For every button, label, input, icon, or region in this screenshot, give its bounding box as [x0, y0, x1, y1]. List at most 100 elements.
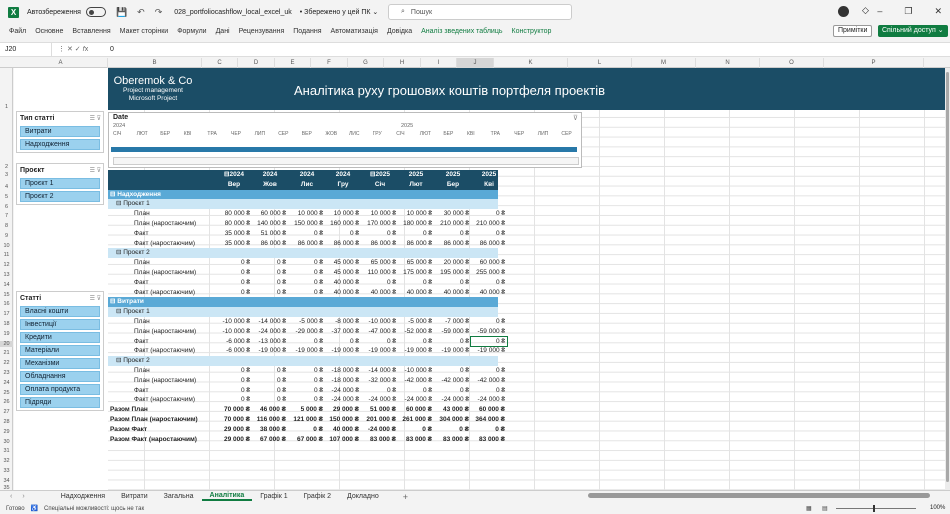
pivot-year-cell[interactable]: ⊟2024	[216, 170, 252, 180]
pivot-cell[interactable]: -37 000 ₴	[325, 327, 361, 337]
pivot-cell[interactable]: 0 ₴	[252, 366, 288, 376]
row-header[interactable]: 10	[0, 243, 13, 249]
pivot-cell[interactable]: 201 000 ₴	[362, 415, 398, 425]
row-header[interactable]: 24	[0, 380, 13, 386]
timeline-month[interactable]: КВІ	[467, 131, 475, 137]
premium-diamond-icon[interactable]: ◇	[862, 5, 869, 16]
pivot-row-label[interactable]: План	[134, 366, 150, 376]
pivot-year-cell[interactable]: 2024	[289, 170, 325, 180]
timeline-month[interactable]: ЛИС	[349, 131, 360, 137]
pivot-cell[interactable]: 0 ₴	[289, 229, 325, 239]
timeline-month[interactable]: СЕР	[561, 131, 571, 137]
pivot-cell[interactable]: -29 000 ₴	[289, 327, 325, 337]
pivot-row-label[interactable]: План (наростаючим)	[134, 327, 196, 337]
pivot-cell[interactable]: 0 ₴	[252, 258, 288, 268]
row-header[interactable]: 8	[0, 223, 13, 229]
pivot-cell[interactable]: 0 ₴	[435, 425, 471, 435]
pivot-cell[interactable]: 175 000 ₴	[398, 268, 434, 278]
pivot-cell[interactable]: 121 000 ₴	[289, 415, 325, 425]
multi-select-icon[interactable]: ☰ ⊽	[90, 167, 101, 174]
tab-file[interactable]: Файл	[9, 28, 26, 35]
pivot-cell[interactable]: -24 000 ₴	[362, 425, 398, 435]
pivot-month-cell[interactable]: Лис	[289, 180, 325, 190]
pivot-row-label[interactable]: План	[134, 258, 150, 268]
pivot-cell[interactable]: 210 000 ₴	[435, 219, 471, 229]
pivot-cell[interactable]: 0 ₴	[252, 278, 288, 288]
pivot-cell[interactable]: 0 ₴	[398, 229, 434, 239]
pivot-cell[interactable]: 60 000 ₴	[471, 405, 507, 415]
tab-help[interactable]: Довідка	[387, 28, 412, 35]
redo-icon[interactable]: ↷	[155, 7, 163, 18]
timeline-month[interactable]: СЕР	[278, 131, 288, 137]
row-header[interactable]: 16	[0, 301, 13, 307]
row-header[interactable]: 13	[0, 272, 13, 278]
pivot-cell[interactable]: 0 ₴	[471, 229, 507, 239]
pivot-row-label[interactable]: Факт (наростаючим)	[134, 288, 195, 298]
pivot-cell[interactable]: 0 ₴	[289, 278, 325, 288]
pivot-cell[interactable]: -24 000 ₴	[435, 395, 471, 405]
add-sheet-icon[interactable]: +	[403, 492, 408, 502]
pivot-cell[interactable]: 20 000 ₴	[435, 258, 471, 268]
pivot-row-label[interactable]: ⊟ Проєкт 1	[116, 307, 150, 317]
tab-home[interactable]: Основне	[35, 28, 63, 35]
pivot-cell[interactable]: 0 ₴	[216, 258, 252, 268]
pivot-cell[interactable]: 45 000 ₴	[325, 258, 361, 268]
column-header[interactable]: A	[14, 58, 108, 68]
slicer-item[interactable]: Витрати	[20, 126, 100, 137]
formula-input[interactable]: 0	[102, 46, 114, 53]
pivot-cell[interactable]: 0 ₴	[216, 278, 252, 288]
sheet-tab[interactable]: Графік 2	[296, 493, 339, 500]
column-header[interactable]: G	[348, 58, 384, 68]
row-header[interactable]: 14	[0, 282, 13, 288]
pivot-cell[interactable]: 40 000 ₴	[398, 288, 434, 298]
zoom-level[interactable]: 100%	[930, 505, 945, 511]
pivot-cell[interactable]: -42 000 ₴	[471, 376, 507, 386]
pivot-cell[interactable]: -19 000 ₴	[362, 346, 398, 356]
pivot-cell[interactable]: 86 000 ₴	[435, 239, 471, 249]
pivot-cell[interactable]: 86 000 ₴	[325, 239, 361, 249]
pivot-cell[interactable]: 83 000 ₴	[471, 435, 507, 445]
pivot-row-label[interactable]: Факт	[134, 278, 148, 288]
pivot-cell[interactable]: -47 000 ₴	[362, 327, 398, 337]
pivot-cell[interactable]: -24 000 ₴	[398, 395, 434, 405]
pivot-row-label[interactable]: План (наростаючим)	[134, 219, 196, 229]
pivot-cell[interactable]: 170 000 ₴	[362, 219, 398, 229]
pivot-cell[interactable]: 10 000 ₴	[325, 209, 361, 219]
pivot-cell[interactable]: -10 000 ₴	[216, 327, 252, 337]
pivot-cell[interactable]: 116 000 ₴	[252, 415, 288, 425]
pivot-cell[interactable]: 30 000 ₴	[435, 209, 471, 219]
pivot-cell[interactable]: 86 000 ₴	[289, 239, 325, 249]
column-header[interactable]: L	[568, 58, 632, 68]
pivot-row-label[interactable]: План	[134, 209, 150, 219]
pivot-cell[interactable]: 180 000 ₴	[398, 219, 434, 229]
slicer-item[interactable]: Проєкт 2	[20, 191, 100, 202]
pivot-cell[interactable]: -24 000 ₴	[362, 395, 398, 405]
column-header[interactable]: I	[421, 58, 457, 68]
slicer-item[interactable]: Матеріали	[20, 345, 100, 356]
pivot-row-label[interactable]: Разом Факт (наростаючим)	[110, 435, 197, 445]
row-header[interactable]: 21	[0, 350, 13, 356]
sheet-tab[interactable]: Графік 1	[252, 493, 295, 500]
pivot-cell[interactable]: 0 ₴	[252, 288, 288, 298]
page-layout-icon[interactable]: ▤	[822, 505, 828, 512]
pivot-cell[interactable]: -32 000 ₴	[362, 376, 398, 386]
pivot-cell[interactable]: 0 ₴	[216, 288, 252, 298]
pivot-cell[interactable]: -59 000 ₴	[471, 327, 507, 337]
pivot-year-cell[interactable]: 2024	[252, 170, 288, 180]
pivot-cell[interactable]: 195 000 ₴	[435, 268, 471, 278]
pivot-cell[interactable]: 160 000 ₴	[325, 219, 361, 229]
sheet-tab[interactable]: Загальна	[156, 493, 202, 500]
autosave-toggle[interactable]	[85, 7, 106, 17]
next-sheet-icon[interactable]: ›	[22, 493, 24, 500]
pivot-month-cell[interactable]: Жов	[252, 180, 288, 190]
tab-data[interactable]: Дані	[216, 28, 230, 35]
pivot-cell[interactable]: -10 000 ₴	[362, 317, 398, 327]
row-header[interactable]: 22	[0, 360, 13, 366]
timeline-month[interactable]: КВІ	[184, 131, 192, 137]
pivot-cell[interactable]: 40 000 ₴	[435, 288, 471, 298]
column-header[interactable]: O	[760, 58, 824, 68]
accessibility-status[interactable]: Спеціальні можливості: щось не так	[44, 506, 144, 512]
column-header[interactable]: J	[457, 58, 494, 68]
row-header[interactable]: 15	[0, 292, 13, 298]
pivot-cell[interactable]: -24 000 ₴	[325, 386, 361, 396]
